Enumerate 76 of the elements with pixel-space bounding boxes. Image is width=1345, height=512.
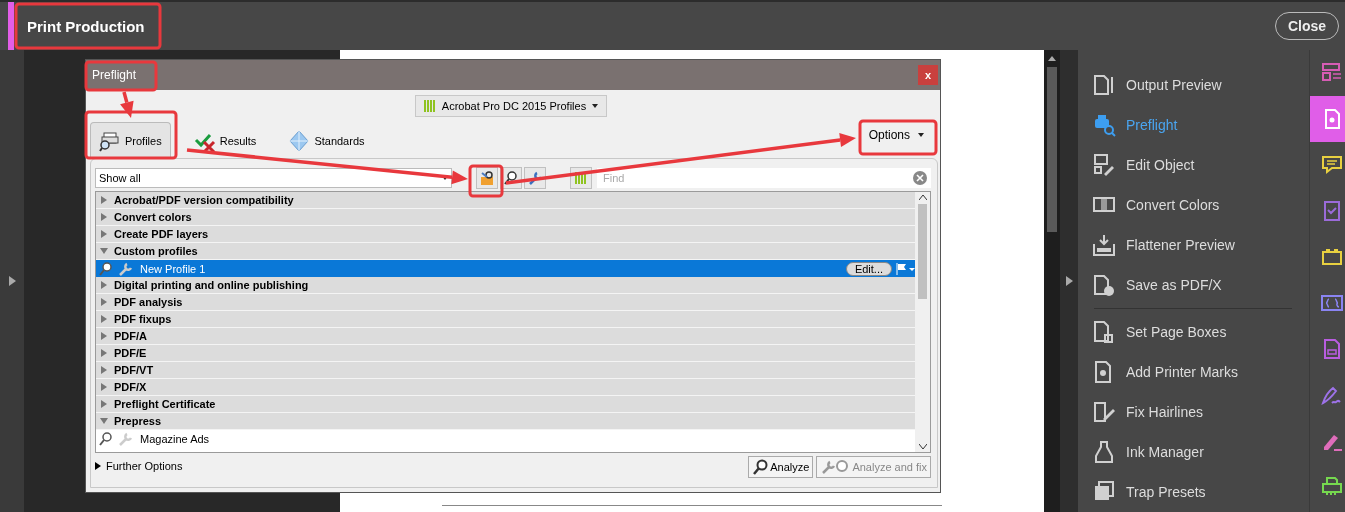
profile-group-row[interactable]: Create PDF layers: [96, 226, 915, 243]
options-button[interactable]: Options: [862, 126, 930, 143]
wrench-icon: [117, 430, 133, 447]
profile-group-row[interactable]: PDF/E: [96, 345, 915, 362]
scrollbar[interactable]: [1044, 50, 1060, 512]
profile-group-row[interactable]: PDF/A: [96, 328, 915, 345]
tool-icon: [1092, 440, 1116, 464]
profile-group-row[interactable]: Prepress: [96, 413, 915, 430]
profile-group-row[interactable]: Custom profiles: [96, 243, 915, 260]
dialog-title: Preflight: [92, 68, 137, 82]
diamond-icon: [288, 129, 311, 152]
tool-item[interactable]: Edit Object: [1092, 145, 1309, 185]
search-icon: [752, 459, 769, 475]
profile-group-row[interactable]: Preflight Certificate: [96, 396, 915, 413]
profile-group-row[interactable]: PDF/X: [96, 379, 915, 396]
expand-arrow-icon[interactable]: [8, 276, 16, 286]
tool-icon: [1092, 400, 1116, 424]
scroll-thumb[interactable]: [1047, 67, 1057, 232]
tab[interactable]: Profiles: [90, 122, 171, 158]
tab[interactable]: Results: [184, 122, 266, 158]
filter-dropdown[interactable]: Show all: [95, 168, 452, 188]
wrench-icon: [117, 260, 133, 277]
disclosure-triangle-icon[interactable]: [95, 462, 101, 470]
flag-icon[interactable]: [895, 262, 915, 275]
printer-magnifier-icon: [99, 129, 121, 152]
bars-icon: [423, 100, 436, 112]
profile-group-row[interactable]: Convert colors: [96, 209, 915, 226]
tool-icon: [1092, 113, 1116, 137]
close-button[interactable]: x: [918, 65, 938, 85]
scroll-thumb[interactable]: [918, 204, 927, 299]
tool-item[interactable]: Set Page Boxes: [1092, 312, 1309, 352]
tool-item[interactable]: Flattener Preview: [1092, 225, 1309, 265]
tool-icon: [1092, 73, 1116, 97]
tool-item[interactable]: Output Preview: [1092, 65, 1309, 105]
search-icon[interactable]: [503, 170, 519, 186]
clear-icon[interactable]: [913, 171, 927, 185]
tool-item[interactable]: Ink Manager: [1092, 432, 1309, 472]
edit-button[interactable]: Edit...: [845, 261, 892, 276]
tab[interactable]: Standards: [279, 122, 374, 158]
profile-group-row[interactable]: Digital printing and online publishing: [96, 277, 915, 294]
caret-icon: [918, 132, 924, 137]
highlight-frame: [468, 164, 504, 198]
tool-icon: [1092, 320, 1116, 344]
profile-group-row[interactable]: PDF/VT: [96, 362, 915, 379]
search-icon: [98, 430, 114, 447]
tool-item[interactable]: Trap Presets: [1092, 472, 1309, 512]
further-options-toggle[interactable]: Further Options: [95, 460, 183, 472]
analyze-button[interactable]: Analyze: [748, 456, 814, 478]
scroll-up-icon[interactable]: [918, 195, 927, 200]
tool-icon: [1092, 233, 1116, 257]
expand-arrow-icon[interactable]: [1065, 276, 1073, 286]
rail-icon[interactable]: [1320, 153, 1344, 177]
caret-icon: [592, 104, 599, 108]
profile-group-row[interactable]: PDF fixups: [96, 311, 915, 328]
tool-icon: [1092, 153, 1116, 177]
app-title: Print Production: [27, 17, 145, 35]
toolbox-icon[interactable]: [479, 170, 495, 186]
tool-item[interactable]: Preflight: [1092, 105, 1309, 145]
search-field[interactable]: Find: [597, 168, 931, 188]
tool-icon: [1092, 273, 1116, 297]
profile-group-row[interactable]: Acrobat/PDF version compatibility: [96, 192, 915, 209]
wrench-magnifier-icon: [820, 459, 851, 475]
profile-group-row[interactable]: PDF analysis: [96, 294, 915, 311]
accent-stripe: [8, 2, 14, 50]
search-icon: [98, 260, 114, 277]
caret-icon: [442, 176, 448, 180]
scrollbar[interactable]: [915, 192, 930, 452]
scroll-down-icon[interactable]: [918, 444, 927, 449]
tool-item[interactable]: Convert Colors: [1092, 185, 1309, 225]
tool-item[interactable]: Save as PDF/X: [1092, 265, 1309, 305]
library-dropdown[interactable]: Acrobat Pro DC 2015 Profiles: [414, 95, 608, 117]
annotation-arrow: [120, 91, 134, 118]
scroll-up-icon[interactable]: [1048, 56, 1056, 61]
profile-row[interactable]: New Profile 1 Edit...: [96, 260, 915, 277]
tool-item[interactable]: Add Printer Marks: [1092, 352, 1309, 392]
tool-item[interactable]: Fix Hairlines: [1092, 392, 1309, 432]
